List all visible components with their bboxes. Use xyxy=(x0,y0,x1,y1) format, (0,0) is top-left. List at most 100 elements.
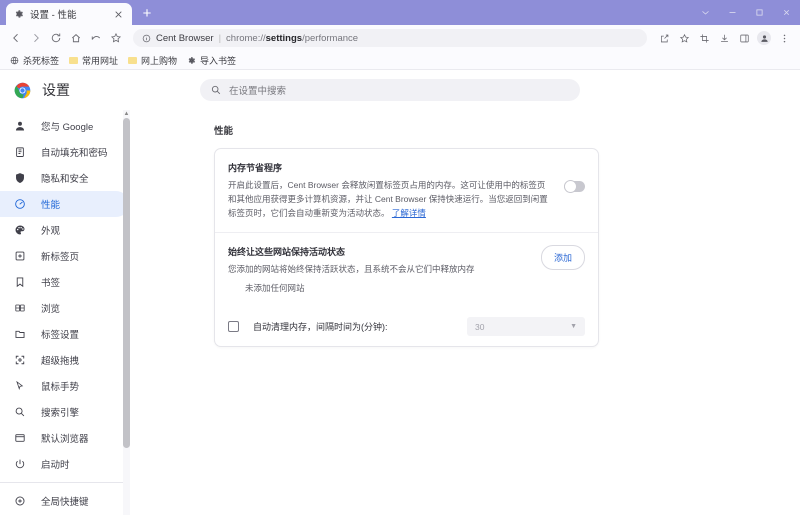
bookmark-item[interactable]: 常用网址 xyxy=(65,52,124,68)
bookmark-item[interactable]: 导入书签 xyxy=(183,52,242,68)
more-menu-icon[interactable] xyxy=(774,28,794,48)
clipboard-icon xyxy=(13,145,27,159)
keep-active-row: 始终让这些网站保持活动状态 您添加的网站将始终保持活跃状态，且系统不会从它们中释… xyxy=(215,232,598,276)
search-input[interactable]: 在设置中搜索 xyxy=(200,79,580,101)
bookmark-item[interactable]: 杀死标签 xyxy=(6,52,65,68)
sidebar-item-label: 外观 xyxy=(41,226,61,237)
sidebar-item-label: 默认浏览器 xyxy=(41,434,89,445)
bookmark-label: 导入书签 xyxy=(200,55,237,66)
screenshot-icon[interactable] xyxy=(694,28,714,48)
back-arrow-icon[interactable] xyxy=(6,28,26,48)
add-site-button[interactable]: 添加 xyxy=(540,245,585,271)
forward-arrow-icon[interactable] xyxy=(26,28,46,48)
sidebar-item-global-shortcuts[interactable]: 全局快捷键 xyxy=(0,488,129,514)
download-icon[interactable] xyxy=(714,28,734,48)
bookmark-star-icon[interactable] xyxy=(674,28,694,48)
sidebar-item-autofill-passwords[interactable]: 自动填充和密码 xyxy=(0,139,129,165)
memory-saver-row: 内存节省程序 开启此设置后，Cent Browser 会释放闲置标签页占用的内存… xyxy=(215,149,598,232)
minimize-icon[interactable] xyxy=(719,0,746,24)
titlebar: 设置 - 性能 + xyxy=(0,0,800,25)
person-icon xyxy=(13,119,27,133)
memory-saver-control xyxy=(564,161,585,193)
sidebar-item-label: 搜索引擎 xyxy=(41,408,80,419)
power-icon xyxy=(13,457,27,471)
sidebar-item-you-and-google[interactable]: 您与 Google xyxy=(0,113,129,139)
maximize-icon[interactable] xyxy=(746,0,773,24)
tab-title: 设置 - 性能 xyxy=(30,10,77,21)
sidebar-item-label: 自动填充和密码 xyxy=(41,148,108,159)
sidebar-item-label: 隐私和安全 xyxy=(41,174,89,185)
sidebar-item-label: 书签 xyxy=(41,278,61,289)
sidebar-item-tab-settings[interactable]: 标签设置 xyxy=(0,321,129,347)
browse-icon xyxy=(13,301,27,315)
browser-tab[interactable]: 设置 - 性能 xyxy=(6,3,132,25)
memory-saver-toggle[interactable] xyxy=(564,180,585,193)
sidebar-item-performance[interactable]: 性能 xyxy=(0,191,129,217)
globe-icon xyxy=(9,55,19,65)
sidebar-item-search-engine[interactable]: 搜索引擎 xyxy=(0,399,129,425)
sidebar-item-privacy-security[interactable]: 隐私和安全 xyxy=(0,165,129,191)
sidebar-item-mouse-gestures[interactable]: 鼠标手势 xyxy=(0,373,129,399)
sidebar-item-super-drag[interactable]: 超级拖拽 xyxy=(0,347,129,373)
info-circle-icon xyxy=(142,34,151,43)
folder-icon xyxy=(127,55,137,65)
sidebar-item-label: 标签设置 xyxy=(41,330,80,341)
keep-active-control: 添加 xyxy=(540,245,585,271)
chevron-down-icon[interactable] xyxy=(692,0,719,24)
scrollbar-thumb[interactable] xyxy=(123,118,130,448)
page-title: 设置 xyxy=(42,82,70,98)
tab-settings-icon xyxy=(13,327,27,341)
sidebar-item-default-browser[interactable]: 默认浏览器 xyxy=(0,425,129,451)
shield-icon xyxy=(13,171,27,185)
sidebar-item-appearance[interactable]: 外观 xyxy=(0,217,129,243)
auto-clean-interval-select[interactable]: 30 ▼ xyxy=(467,317,585,337)
bookmark-label: 常用网址 xyxy=(82,55,119,66)
gear-icon xyxy=(186,55,196,65)
address-bar[interactable]: Cent Browser | chrome://settings/perform… xyxy=(133,29,647,47)
search-icon xyxy=(211,85,221,95)
star-icon[interactable] xyxy=(106,28,126,48)
window-controls xyxy=(692,0,800,24)
omnibox-brand: Cent Browser xyxy=(156,32,214,44)
sidebar-item-label: 鼠标手势 xyxy=(41,382,80,393)
bookmark-item[interactable]: 网上购物 xyxy=(124,52,183,68)
memory-saver-desc-text: 开启此设置后，Cent Browser 会释放闲置标签页占用的内存。这可让使用中… xyxy=(228,180,548,219)
settings-brand[interactable]: 设置 xyxy=(0,80,200,100)
sidebar-item-on-startup[interactable]: 启动时 xyxy=(0,451,129,477)
sidebar-item-label: 性能 xyxy=(41,200,61,211)
gear-icon xyxy=(13,9,24,20)
browser-toolbar: Cent Browser | chrome://settings/perform… xyxy=(0,25,800,51)
settings-sidebar: 您与 Google 自动填充和密码 隐私和安全 性能 外观 新标签页 书签 浏览… xyxy=(0,110,137,522)
new-tab-button[interactable]: + xyxy=(135,2,159,24)
sidebar-scrollbar[interactable]: ▲ ▼ xyxy=(123,110,130,522)
search-icon xyxy=(13,405,27,419)
scroll-up-arrow-icon[interactable]: ▲ xyxy=(123,110,130,118)
side-panel-icon[interactable] xyxy=(734,28,754,48)
sidebar-item-new-tab-page[interactable]: 新标签页 xyxy=(0,243,129,269)
share-icon[interactable] xyxy=(654,28,674,48)
url-bold: settings xyxy=(265,32,303,44)
url-prefix: chrome:// xyxy=(226,32,266,44)
global-shortcut-icon xyxy=(13,494,27,508)
learn-more-link[interactable]: 了解详情 xyxy=(392,208,426,218)
omnibox-separator: | xyxy=(218,32,222,44)
close-icon[interactable] xyxy=(112,8,125,21)
auto-clean-checkbox[interactable] xyxy=(228,321,239,333)
sidebar-item-browse[interactable]: 浏览 xyxy=(0,295,129,321)
home-icon[interactable] xyxy=(66,28,86,48)
keep-active-description: 您添加的网站将始终保持活跃状态，且系统不会从它们中释放内存 xyxy=(228,264,475,275)
cursor-icon xyxy=(13,379,27,393)
sidebar-item-label: 浏览 xyxy=(41,304,61,315)
sidebar-item-bookmarks[interactable]: 书签 xyxy=(0,269,129,295)
cent-browser-logo xyxy=(14,82,31,99)
undo-arrow-icon[interactable] xyxy=(86,28,106,48)
reload-icon[interactable] xyxy=(46,28,66,48)
memory-saver-text: 内存节省程序 开启此设置后，Cent Browser 会释放闲置标签页占用的内存… xyxy=(228,161,552,220)
keep-active-text: 始终让这些网站保持活动状态 您添加的网站将始终保持活跃状态，且系统不会从它们中释… xyxy=(228,245,529,276)
sidebar-item-label: 超级拖拽 xyxy=(41,356,80,367)
settings-body: 您与 Google 自动填充和密码 隐私和安全 性能 外观 新标签页 书签 浏览… xyxy=(0,110,800,522)
section-title: 性能 xyxy=(214,126,234,137)
close-icon[interactable] xyxy=(773,0,800,24)
profile-avatar-icon[interactable] xyxy=(757,31,771,45)
performance-card: 内存节省程序 开启此设置后，Cent Browser 会释放闲置标签页占用的内存… xyxy=(214,148,599,348)
